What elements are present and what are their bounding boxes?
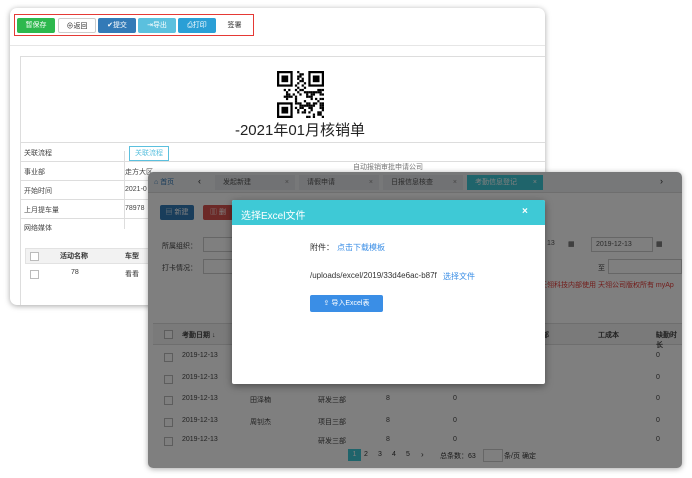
close-icon[interactable]: × [522, 206, 528, 217]
row-activity: 78 [71, 269, 79, 276]
media-label: 网络媒体 [24, 225, 52, 232]
print-label: 打印 [192, 22, 207, 29]
print-button[interactable]: ⎙打印 [178, 18, 216, 33]
last-month-value: 78978 [125, 205, 145, 212]
attachment-label: 附件： [310, 243, 334, 252]
back-label: 返回 [73, 23, 88, 30]
col-activity: 活动名称 [60, 253, 88, 260]
start-time-value: 2021-0 [125, 186, 147, 193]
related-process-label: 关联流程 [24, 150, 52, 157]
start-time-label: 开始时间 [24, 188, 52, 195]
toolbar-divider [10, 45, 545, 46]
import-excel-label: 导入Excel表 [331, 300, 370, 307]
download-template-link[interactable]: 点击下载模板 [337, 242, 385, 253]
import-excel-button[interactable]: ⇪ 导入Excel表 [310, 295, 383, 312]
department-label: 事业部 [24, 169, 45, 176]
submit-label: 提交 [112, 22, 127, 29]
document-title: -2021年01月核销单 [234, 122, 366, 139]
qr-code-icon [277, 71, 324, 118]
related-process-button[interactable]: 关联流程 [129, 146, 169, 161]
export-button[interactable]: ⇥导出 [138, 18, 176, 33]
last-month-label: 上月提车量 [24, 207, 59, 214]
back-button[interactable]: ⊕返回 [58, 18, 96, 33]
export-label: 导出 [152, 22, 167, 29]
sub-table-select-all[interactable] [30, 252, 39, 261]
sub-table-row-check[interactable] [30, 270, 39, 279]
file-path-text: /uploads/excel/2019/33d4e6ac-b87f [310, 271, 437, 280]
save-button[interactable]: 暂保存 [17, 18, 55, 33]
department-extra: 自动报销审批申请公司 [353, 164, 423, 171]
choose-file-link[interactable]: 选择文件 [443, 271, 475, 282]
row-car: 看看 [125, 271, 139, 278]
back-icon: ⊕ [66, 23, 74, 30]
col-car: 车型 [125, 253, 139, 260]
row-related-process: 关联流程 关联流程 [20, 142, 545, 162]
sign-button[interactable]: 签署 [218, 18, 251, 33]
table-divider [124, 151, 125, 229]
import-excel-dialog: 选择Excel文件 × 附件： 点击下载模板 /uploads/excel/20… [232, 200, 545, 384]
dialog-title: 选择Excel文件 [241, 211, 306, 222]
submit-button[interactable]: ✔提交 [98, 18, 136, 33]
